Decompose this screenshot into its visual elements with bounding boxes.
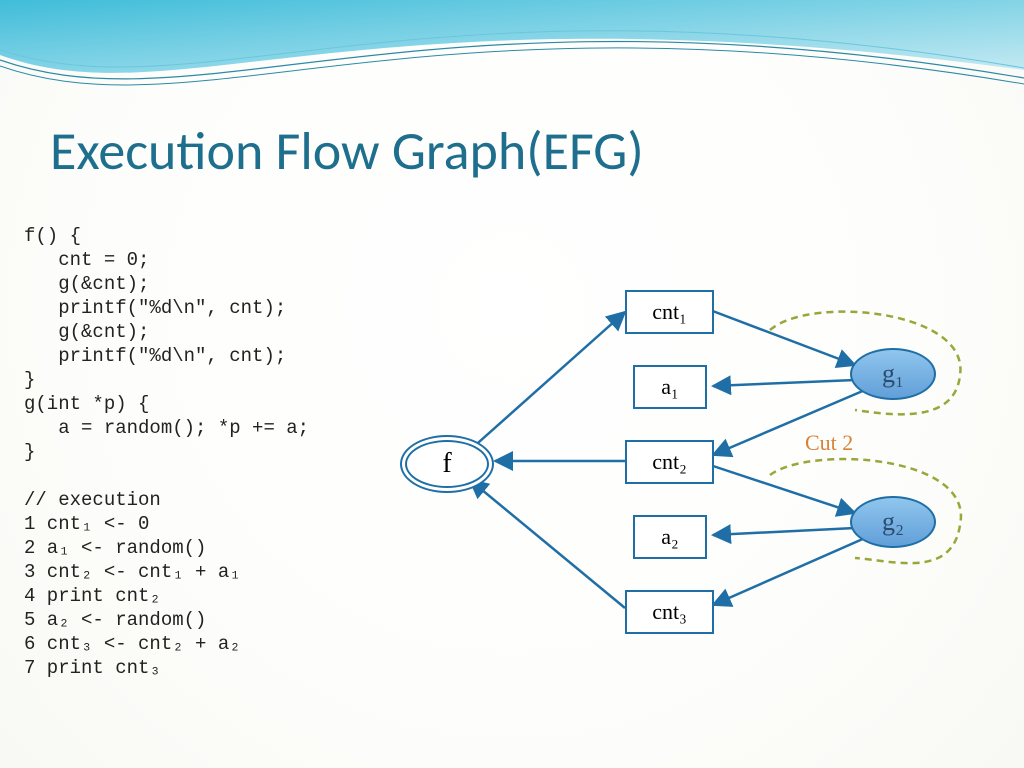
exec-line: 3 cnt₂ <- cnt₁ + a₁: [24, 561, 241, 583]
code-line: }: [24, 441, 35, 463]
node-g1: g₁: [850, 348, 936, 400]
code-line: printf("%d\n", cnt);: [24, 297, 286, 319]
node-label: a₂: [661, 524, 678, 550]
exec-line: 6 cnt₃ <- cnt₂ + a₂: [24, 633, 241, 655]
exec-line: 4 print cnt₂: [24, 585, 161, 607]
slide-title: Execution Flow Graph(EFG): [50, 118, 644, 184]
node-a1: a₁: [633, 365, 707, 409]
node-label: a₁: [661, 374, 678, 400]
exec-line: 7 print cnt₃: [24, 657, 161, 679]
node-label: cnt₁: [652, 299, 687, 325]
node-a2: a₂: [633, 515, 707, 559]
efg-diagram: f cnt₁ a₁ cnt₂ a₂ cnt₃ g₁ g₂ Cut 2: [400, 250, 1020, 768]
code-line: cnt = 0;: [24, 249, 149, 271]
code-line: }: [24, 369, 35, 391]
node-label: f: [442, 448, 451, 480]
exec-header: // execution: [24, 489, 161, 511]
code-line: g(int *p) {: [24, 393, 149, 415]
node-g2: g₂: [850, 496, 936, 548]
code-line: a = random(); *p += a;: [24, 417, 309, 439]
node-label: g₂: [882, 507, 904, 537]
code-line: g(&cnt);: [24, 321, 149, 343]
node-cnt1: cnt₁: [625, 290, 714, 334]
node-cnt3: cnt₃: [625, 590, 714, 634]
node-cnt2: cnt₂: [625, 440, 714, 484]
code-line: printf("%d\n", cnt);: [24, 345, 286, 367]
exec-line: 5 a₂ <- random(): [24, 609, 206, 631]
node-label: cnt₃: [652, 599, 687, 625]
node-label: g₁: [882, 359, 904, 389]
code-block: f() { cnt = 0; g(&cnt); printf("%d\n", c…: [24, 200, 309, 680]
exec-line: 2 a₁ <- random(): [24, 537, 206, 559]
exec-line: 1 cnt₁ <- 0: [24, 513, 149, 535]
node-f: f: [400, 435, 494, 493]
code-line: g(&cnt);: [24, 273, 149, 295]
code-line: f() {: [24, 225, 81, 247]
cut-annotation: Cut 2: [805, 430, 853, 456]
node-label: cnt₂: [652, 449, 687, 475]
